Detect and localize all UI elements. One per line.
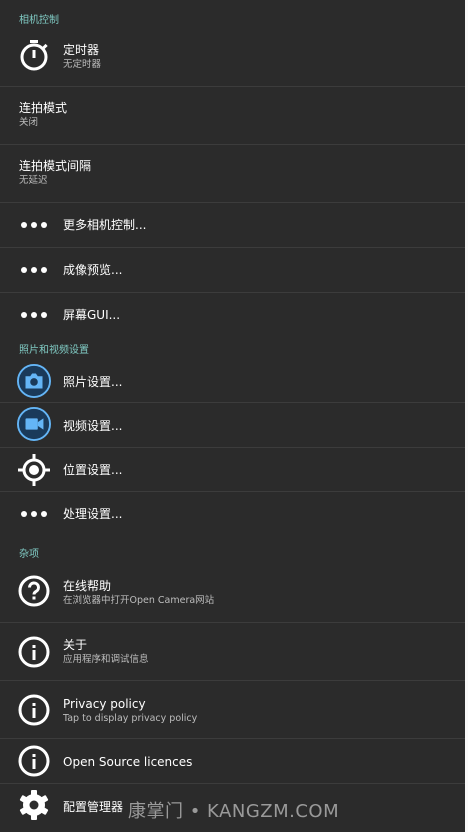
info-icon bbox=[17, 744, 51, 778]
gps-location-icon bbox=[17, 453, 51, 487]
location-settings-title: 位置设置... bbox=[63, 463, 123, 477]
privacy-policy-summary: Tap to display privacy policy bbox=[63, 713, 198, 724]
settings-panel: 相机控制 定时器 无定时器 连拍模式 关闭 连拍模式间隔 无延迟 更多相机控制.… bbox=[0, 0, 465, 832]
online-help-title: 在线帮助 bbox=[63, 579, 112, 593]
preview-title: 成像预览... bbox=[63, 263, 123, 277]
section-header-camera-controls: 相机控制 bbox=[19, 15, 59, 26]
config-manager-title: 配置管理器 bbox=[63, 800, 124, 814]
more-dots-icon bbox=[17, 208, 51, 242]
timer-icon bbox=[17, 38, 51, 72]
setting-on-screen-gui[interactable]: 屏幕GUI... bbox=[0, 293, 465, 335]
setting-online-help[interactable]: 在线帮助 在浏览器中打开Open Camera网站 bbox=[0, 566, 465, 623]
setting-location-settings[interactable]: 位置设置... bbox=[0, 448, 465, 492]
burst-mode-summary: 关闭 bbox=[19, 117, 39, 128]
setting-privacy-policy[interactable]: Privacy policy Tap to display privacy po… bbox=[0, 681, 465, 739]
about-summary: 应用程序和调试信息 bbox=[63, 654, 149, 665]
setting-photo-settings[interactable]: 照片设置... bbox=[0, 362, 465, 403]
timer-summary: 无定时器 bbox=[63, 59, 102, 70]
about-title: 关于 bbox=[63, 638, 88, 652]
on-screen-gui-title: 屏幕GUI... bbox=[63, 308, 121, 322]
watermark: 康掌门 • KANGZM.COM bbox=[128, 801, 340, 822]
section-header-misc: 杂项 bbox=[19, 549, 39, 560]
info-icon bbox=[17, 693, 51, 727]
setting-timer[interactable]: 定时器 无定时器 bbox=[0, 32, 465, 87]
setting-more-camera-controls[interactable]: 更多相机控制... bbox=[0, 203, 465, 248]
setting-burst-interval[interactable]: 连拍模式间隔 无延迟 bbox=[0, 145, 465, 203]
online-help-summary: 在浏览器中打开Open Camera网站 bbox=[63, 595, 215, 606]
processing-settings-title: 处理设置... bbox=[63, 507, 123, 521]
video-settings-title: 视频设置... bbox=[63, 419, 123, 433]
setting-about[interactable]: 关于 应用程序和调试信息 bbox=[0, 623, 465, 681]
setting-open-source-licences[interactable]: Open Source licences bbox=[0, 739, 465, 784]
burst-interval-title: 连拍模式间隔 bbox=[19, 159, 92, 173]
timer-title: 定时器 bbox=[63, 43, 100, 57]
burst-mode-title: 连拍模式 bbox=[19, 101, 68, 115]
video-camera-icon bbox=[17, 407, 51, 441]
gear-icon bbox=[17, 788, 51, 822]
setting-processing-settings[interactable]: 处理设置... bbox=[0, 492, 465, 535]
photo-settings-title: 照片设置... bbox=[63, 375, 123, 389]
more-camera-controls-title: 更多相机控制... bbox=[63, 218, 147, 232]
more-dots-icon bbox=[17, 298, 51, 332]
help-icon bbox=[17, 574, 51, 608]
camera-icon bbox=[17, 364, 51, 398]
setting-preview[interactable]: 成像预览... bbox=[0, 248, 465, 293]
privacy-policy-title: Privacy policy bbox=[63, 697, 146, 711]
setting-video-settings[interactable]: 视频设置... bbox=[0, 403, 465, 448]
open-source-title: Open Source licences bbox=[63, 755, 193, 769]
section-header-photo-video: 照片和视频设置 bbox=[19, 345, 89, 356]
burst-interval-summary: 无延迟 bbox=[19, 175, 48, 186]
more-dots-icon bbox=[17, 253, 51, 287]
more-dots-icon bbox=[17, 497, 51, 531]
setting-burst-mode[interactable]: 连拍模式 关闭 bbox=[0, 87, 465, 145]
info-icon bbox=[17, 635, 51, 669]
